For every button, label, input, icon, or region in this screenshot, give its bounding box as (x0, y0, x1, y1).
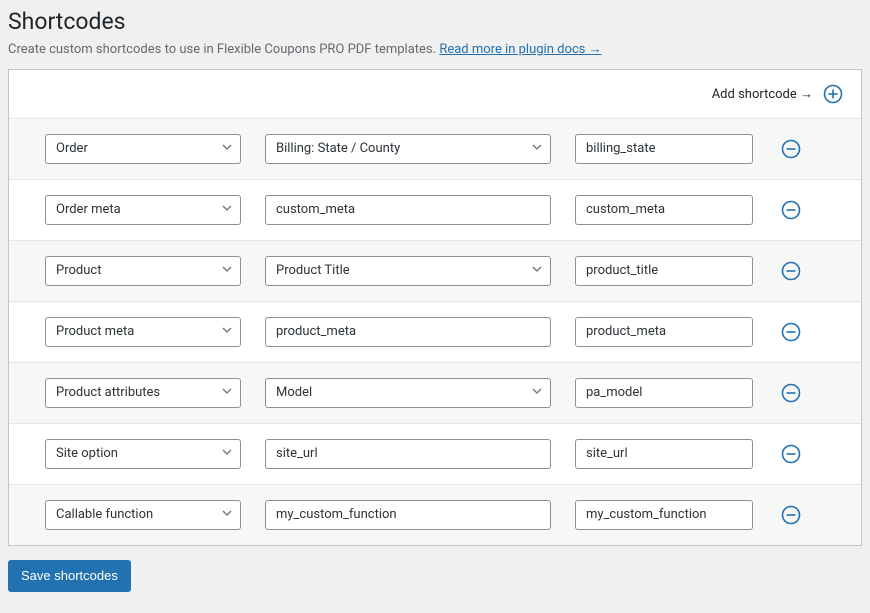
type-select[interactable]: Site option (45, 439, 241, 469)
field-select-wrap: Product Title (265, 256, 551, 286)
remove-shortcode-icon[interactable] (781, 200, 801, 220)
value-input-wrap: my_custom_function (575, 500, 753, 530)
field-input-wrap: product_meta (265, 317, 551, 347)
save-button[interactable]: Save shortcodes (8, 560, 131, 592)
value-input[interactable]: pa_model (575, 378, 753, 408)
value-input-wrap: pa_model (575, 378, 753, 408)
field-select-wrap: Model (265, 378, 551, 408)
remove-shortcode-icon[interactable] (781, 139, 801, 159)
value-input[interactable]: my_custom_function (575, 500, 753, 530)
type-select-wrap: Order (45, 134, 241, 164)
field-select[interactable]: Billing: State / County (265, 134, 551, 164)
value-input-wrap: product_title (575, 256, 753, 286)
type-select-wrap: Callable function (45, 500, 241, 530)
value-input-wrap: custom_meta (575, 195, 753, 225)
shortcode-row: Product meta product_meta product_meta (9, 302, 861, 363)
type-select[interactable]: Callable function (45, 500, 241, 530)
remove-shortcode-icon[interactable] (781, 261, 801, 281)
add-shortcode-label: Add shortcode → (712, 86, 813, 102)
page-description: Create custom shortcodes to use in Flexi… (8, 41, 862, 57)
shortcode-row: Order meta custom_meta custom_meta (9, 180, 861, 241)
page-description-text: Create custom shortcodes to use in Flexi… (8, 42, 439, 57)
value-input-wrap: billing_state (575, 134, 753, 164)
field-select[interactable]: Product Title (265, 256, 551, 286)
type-select-wrap: Order meta (45, 195, 241, 225)
value-input[interactable]: custom_meta (575, 195, 753, 225)
shortcode-row: Product Product Title product_title (9, 241, 861, 302)
type-select[interactable]: Order (45, 134, 241, 164)
remove-shortcode-icon[interactable] (781, 505, 801, 525)
field-input[interactable]: product_meta (265, 317, 551, 347)
remove-shortcode-icon[interactable] (781, 444, 801, 464)
add-shortcode-icon[interactable] (823, 84, 843, 104)
shortcode-row: Callable function my_custom_function my_… (9, 485, 861, 545)
field-input-wrap: site_url (265, 439, 551, 469)
type-select-wrap: Product attributes (45, 378, 241, 408)
page-title: Shortcodes (8, 8, 862, 35)
field-select[interactable]: Model (265, 378, 551, 408)
docs-link[interactable]: Read more in plugin docs → (439, 42, 601, 57)
type-select[interactable]: Product (45, 256, 241, 286)
type-select-wrap: Product (45, 256, 241, 286)
shortcodes-panel: Add shortcode → Order Billing: State / C… (8, 69, 862, 546)
add-shortcode-bar: Add shortcode → (9, 70, 861, 119)
value-input[interactable]: site_url (575, 439, 753, 469)
type-select-wrap: Product meta (45, 317, 241, 347)
value-input-wrap: product_meta (575, 317, 753, 347)
field-input-wrap: custom_meta (265, 195, 551, 225)
field-input[interactable]: site_url (265, 439, 551, 469)
value-input-wrap: site_url (575, 439, 753, 469)
type-select[interactable]: Product attributes (45, 378, 241, 408)
shortcode-row: Product attributes Model pa_model (9, 363, 861, 424)
field-input[interactable]: my_custom_function (265, 500, 551, 530)
field-input[interactable]: custom_meta (265, 195, 551, 225)
type-select[interactable]: Product meta (45, 317, 241, 347)
value-input[interactable]: product_title (575, 256, 753, 286)
shortcode-row: Site option site_url site_url (9, 424, 861, 485)
remove-shortcode-icon[interactable] (781, 383, 801, 403)
field-input-wrap: my_custom_function (265, 500, 551, 530)
field-select-wrap: Billing: State / County (265, 134, 551, 164)
type-select-wrap: Site option (45, 439, 241, 469)
shortcode-row: Order Billing: State / County billing_st… (9, 119, 861, 180)
type-select[interactable]: Order meta (45, 195, 241, 225)
remove-shortcode-icon[interactable] (781, 322, 801, 342)
value-input[interactable]: billing_state (575, 134, 753, 164)
value-input[interactable]: product_meta (575, 317, 753, 347)
